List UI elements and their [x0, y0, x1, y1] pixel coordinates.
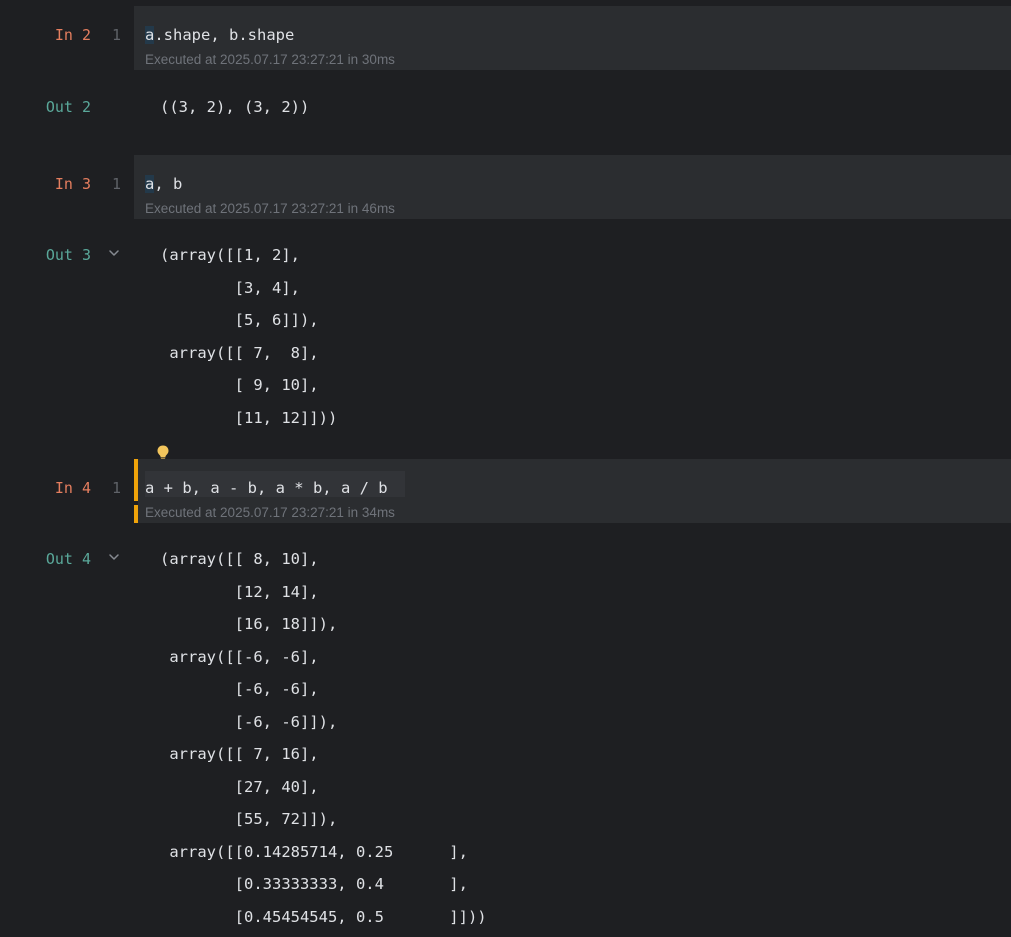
line-number: 1: [112, 175, 122, 193]
code-line[interactable]: a.shape, b.shape: [145, 25, 294, 45]
code-text: .shape, b.shape: [154, 26, 295, 44]
out-prompt-label: Out 4: [45, 550, 91, 568]
execution-info: Executed at 2025.07.17 23:27:21 in 34ms: [145, 505, 395, 520]
code-line[interactable]: a, b: [145, 174, 182, 194]
out-prompt-label: Out 3: [45, 246, 91, 264]
output-text: (array([[ 8, 10], [12, 14], [16, 18]]), …: [160, 550, 487, 926]
output-text: (array([[1, 2], [3, 4], [5, 6]]), array(…: [160, 246, 338, 427]
chevron-down-icon[interactable]: [107, 246, 121, 260]
caret-highlight: a: [145, 26, 155, 44]
chevron-down-icon[interactable]: [107, 550, 121, 564]
line-number: 1: [112, 26, 122, 44]
code-text: , b: [154, 175, 183, 193]
code-editor[interactable]: a, b Executed at 2025.07.17 23:27:21 in …: [134, 155, 1011, 219]
code-editor[interactable]: a.shape, b.shape Executed at 2025.07.17 …: [134, 6, 1011, 70]
code-editor[interactable]: a + b, a - b, a * b, a / b Executed at 2…: [134, 459, 1011, 523]
output-text: ((3, 2), (3, 2)): [160, 98, 310, 116]
active-cell-marker: [134, 459, 138, 523]
in-prompt-label: In 3: [54, 175, 91, 193]
line-number: 1: [112, 479, 122, 497]
notebook-editor: { "colors": { "background": "#1e1f22", "…: [0, 0, 1011, 937]
caret-highlight: a: [145, 175, 155, 193]
in-prompt-label: In 2: [54, 26, 91, 44]
execution-info: Executed at 2025.07.17 23:27:21 in 30ms: [145, 52, 395, 67]
in-prompt-label: In 4: [54, 479, 91, 497]
execution-info: Executed at 2025.07.17 23:27:21 in 46ms: [145, 201, 395, 216]
code-line[interactable]: a + b, a - b, a * b, a / b: [145, 478, 388, 498]
out-prompt-label: Out 2: [45, 98, 91, 116]
